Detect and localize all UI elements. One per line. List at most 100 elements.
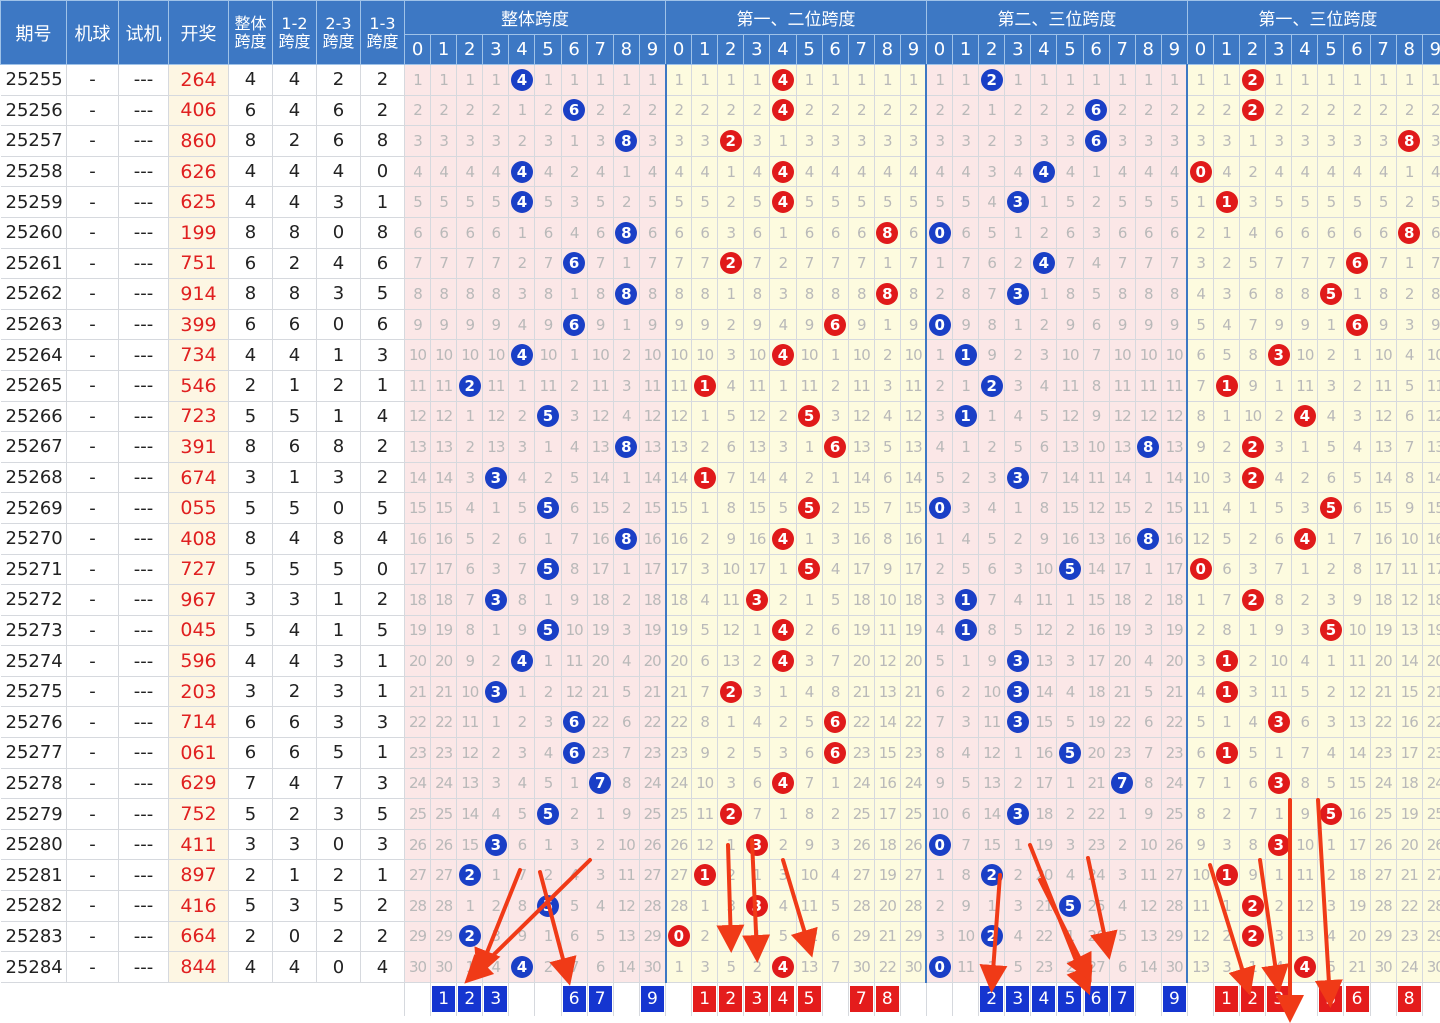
miss-count-cell: 3 (482, 921, 510, 953)
miss-count-cell: 8 (1291, 768, 1319, 800)
miss-count-cell: 15 (1396, 676, 1423, 708)
miss-count-cell: 9 (691, 309, 719, 341)
miss-count-cell: 3 (874, 370, 901, 402)
hit-cell: 5 (534, 401, 562, 433)
hit-cell: 4 (769, 64, 797, 96)
span-value-cell: 3 (316, 278, 361, 310)
miss-count-cell: 8 (1030, 492, 1058, 524)
miss-count-cell: 22 (1422, 706, 1440, 739)
miss-count-cell: 9 (1239, 370, 1267, 402)
miss-count-cell: 6 (1135, 706, 1162, 739)
draw-row: 25284- --- 844 4 4 0 4 30 30 1 4 4 2 7 6 14 30 1 3 5 2 4 13 7 30… (0, 951, 1440, 983)
miss-count-cell: 26 (639, 829, 667, 861)
test-cell: --- (118, 431, 169, 463)
miss-count-cell: 2 (769, 706, 797, 739)
miss-count-cell: 4 (1213, 309, 1241, 341)
miss-count-cell: 5 (978, 523, 1006, 555)
prediction-cell: 2 (717, 982, 745, 1016)
machine-cell: - (66, 706, 119, 739)
draw-number-cell: 751 (168, 248, 229, 280)
miss-count-cell: 3 (952, 492, 980, 524)
miss-count-cell: 16 (430, 523, 458, 555)
miss-count-cell: 1 (561, 125, 588, 157)
span-value-cell: 6 (228, 706, 273, 739)
miss-count-cell: 1 (508, 95, 536, 127)
miss-count-cell: 2 (508, 125, 536, 157)
span-header-line: 1-2 (281, 13, 308, 33)
span-header-line: 2-3 (325, 13, 352, 33)
miss-count-cell: 2 (1213, 95, 1241, 127)
miss-count-cell: 3 (926, 584, 954, 616)
span-value-cell: 2 (360, 584, 405, 616)
span-ball: 2 (458, 925, 481, 948)
hit-cell: 4 (769, 186, 797, 218)
miss-count-cell: 2 (691, 431, 719, 463)
miss-count-cell: 2 (1213, 248, 1241, 280)
span-value-cell: 7 (228, 768, 273, 800)
hit-cell: 5 (796, 492, 823, 524)
span-ball: 6 (824, 711, 847, 734)
miss-count-cell: 15 (1422, 492, 1440, 524)
miss-count-cell: 7 (1422, 248, 1440, 280)
miss-count-cell: 4 (561, 859, 588, 892)
miss-count-cell: 8 (796, 798, 823, 830)
hit-cell: 2 (456, 370, 484, 402)
miss-count-cell: 3 (1213, 951, 1241, 983)
miss-count-cell: 10 (1291, 339, 1319, 371)
miss-count-cell: 8 (952, 859, 980, 892)
miss-count-cell: 3 (952, 706, 980, 739)
miss-count-cell: 28 (1422, 890, 1440, 922)
span-value-cell: 4 (228, 186, 273, 218)
miss-count-cell: 25 (665, 798, 693, 830)
miss-count-cell: 18 (430, 584, 458, 616)
miss-count-cell: 1 (1187, 584, 1215, 616)
miss-count-cell: 15 (456, 829, 484, 861)
miss-count-cell: 1 (613, 554, 640, 586)
miss-count-cell: 3 (717, 339, 745, 371)
miss-count-cell: 12 (1161, 401, 1189, 433)
miss-count-cell: 18 (874, 829, 901, 861)
miss-count-cell: 2 (1265, 401, 1293, 433)
miss-count-cell: 2 (613, 584, 640, 616)
miss-count-cell: 10 (1109, 339, 1136, 371)
miss-count-cell: 5 (1239, 737, 1267, 769)
miss-count-cell: 2 (1343, 95, 1371, 127)
span-value-cell: 2 (272, 248, 317, 280)
miss-count-cell: 20 (900, 645, 928, 677)
miss-count-cell: 17 (1343, 829, 1371, 861)
miss-count-cell: 18 (639, 584, 667, 616)
hit-cell: 0 (1187, 554, 1215, 586)
miss-count-cell: 6 (456, 554, 484, 586)
miss-count-cell: 1 (978, 951, 1006, 983)
miss-count-cell: 3 (508, 431, 536, 463)
miss-count-cell: 2 (822, 370, 849, 402)
hit-cell: 1 (952, 615, 980, 647)
miss-count-cell: 3 (1161, 125, 1189, 157)
miss-count-cell: 6 (952, 217, 980, 249)
hit-cell: 2 (717, 676, 745, 708)
miss-count-cell: 13 (1135, 921, 1162, 953)
miss-count-cell: 16 (1422, 523, 1440, 555)
hit-cell: 4 (508, 339, 536, 371)
miss-count-cell: 3 (822, 523, 849, 555)
miss-count-cell: 1 (613, 156, 640, 188)
prediction-cell: 5 (1317, 982, 1345, 1016)
miss-count-cell: 4 (691, 584, 719, 616)
prediction-digit: 9 (1162, 986, 1186, 1013)
miss-count-cell: 9 (1291, 798, 1319, 830)
miss-count-cell: 12 (874, 645, 901, 677)
machine-cell: - (66, 676, 119, 708)
miss-count-cell: 2 (1187, 95, 1215, 127)
draw-number-cell: 546 (168, 370, 229, 402)
hit-cell: 2 (978, 64, 1006, 96)
miss-count-cell: 5 (717, 951, 745, 983)
miss-count-cell: 29 (900, 921, 928, 953)
span-ball: 2 (719, 252, 742, 275)
miss-count-cell: 1 (561, 768, 588, 800)
hit-cell: 6 (822, 309, 849, 341)
miss-count-cell: 1 (1109, 64, 1136, 96)
miss-count-cell: 3 (561, 401, 588, 433)
miss-count-cell: 2 (665, 95, 693, 127)
miss-count-cell: 5 (587, 921, 614, 953)
miss-count-cell: 8 (587, 278, 614, 310)
